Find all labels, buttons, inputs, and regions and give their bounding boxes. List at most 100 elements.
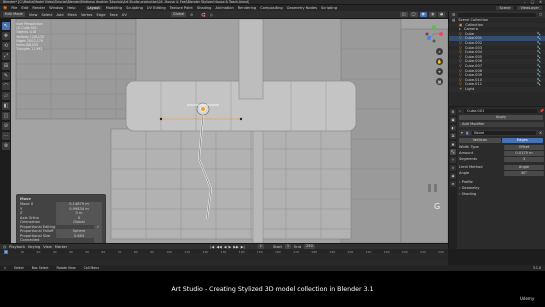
bevel-tool-icon[interactable]: ⊘ <box>2 122 10 130</box>
menu-uv[interactable]: UV <box>122 13 127 17</box>
physics-tab-icon[interactable]: ⚛ <box>450 165 456 171</box>
field-value[interactable]: Angle <box>504 165 544 170</box>
menu-keying[interactable]: Keying <box>28 245 40 249</box>
transform-orientation-selector[interactable]: Global <box>170 12 187 17</box>
select-tool-icon[interactable]: ↖ <box>2 22 10 30</box>
move-z-field[interactable]: 0 m <box>56 211 102 216</box>
field-value[interactable]: 0.0175 m <box>504 151 544 156</box>
rotate-tool-icon[interactable]: ⟲ <box>2 42 10 50</box>
material-tab-icon[interactable]: ◉ <box>450 173 456 179</box>
play-button[interactable]: ▶ <box>229 245 232 249</box>
add-modifier-button[interactable]: Add Modifier <box>459 122 544 127</box>
filter-icon[interactable]: ⛉ <box>539 13 542 17</box>
tab-modeling[interactable]: Modeling <box>106 6 122 10</box>
timeline-editor-icon[interactable]: ◷ <box>3 245 6 249</box>
amount-field[interactable]: Amount 0.0175 m <box>459 151 544 156</box>
outliner-row[interactable]: ☀ Light <box>449 86 545 92</box>
pivot-point-icon[interactable]: ⊙ <box>190 13 193 17</box>
zoom-icon[interactable]: ⌕ <box>436 48 443 55</box>
search-icon[interactable]: ⌕ <box>459 109 461 113</box>
collapse-arrow-icon[interactable]: ▾ <box>461 131 463 135</box>
menu-mesh[interactable]: Mesh <box>68 13 77 17</box>
scene-tab-icon[interactable]: ⌘ <box>450 133 456 139</box>
orientation-field[interactable]: Global <box>56 220 102 225</box>
menu-view[interactable]: View <box>43 245 52 249</box>
loop-cut-tool-icon[interactable]: ⋯ <box>2 132 10 140</box>
modifier-tab-icon[interactable]: 🔧 <box>450 149 456 155</box>
tab-geometry-nodes[interactable]: Geometry Nodes <box>287 6 317 10</box>
particles-tab-icon[interactable]: ✧ <box>450 157 456 163</box>
menu-window[interactable]: Window <box>49 6 63 10</box>
view-layer-selector[interactable]: ViewLayer <box>517 6 542 10</box>
maximize-button[interactable]: □ <box>531 0 534 4</box>
solid-shading-icon[interactable]: ● <box>419 12 427 17</box>
annotate-tool-icon[interactable]: ✎ <box>2 72 10 80</box>
wireframe-shading-icon[interactable]: ◯ <box>409 12 418 17</box>
segments-field[interactable]: Segments 3 <box>459 157 544 162</box>
tab-layout[interactable]: Layout <box>85 6 102 10</box>
timeline-ruler[interactable]: 0 10 20 30 40 50 60 70 80 90 100 110 120… <box>0 249 448 254</box>
pin-icon[interactable]: 📌 <box>540 109 544 113</box>
menu-edit[interactable]: Edit <box>21 6 28 10</box>
tab-compositing[interactable]: Compositing <box>260 6 283 10</box>
minimize-button[interactable]: – <box>524 0 526 4</box>
falloff-field[interactable]: Sphere <box>56 229 102 234</box>
menu-marker[interactable]: Marker <box>55 245 67 249</box>
close-button[interactable]: ✕ <box>539 0 542 4</box>
limit-method-field[interactable]: Limit Method Angle <box>459 165 544 170</box>
menu-add[interactable]: Add <box>57 13 64 17</box>
extrude-tool-icon[interactable]: ◧ <box>2 102 10 110</box>
edges-mode-button[interactable]: Edges <box>501 138 543 143</box>
menu-vertex[interactable]: Vertex <box>81 13 93 17</box>
mode-selector[interactable]: Edit Mode <box>3 12 25 17</box>
add-cube-tool-icon[interactable]: ▱ <box>2 92 10 100</box>
field-value[interactable]: Offset <box>504 145 544 150</box>
object-tab-icon[interactable]: ▲ <box>450 141 456 147</box>
proportional-edit-icon[interactable]: ◎ <box>210 13 213 17</box>
operator-title[interactable]: Move <box>20 197 102 201</box>
shading-section[interactable]: › Shading <box>459 191 544 197</box>
camera-view-icon[interactable]: ⌖ <box>436 68 443 75</box>
width-type-field[interactable]: Width Type Offset <box>459 145 544 150</box>
navigation-gizmo[interactable] <box>424 24 444 44</box>
play-reverse-button[interactable]: ◀ <box>224 245 227 249</box>
render-tab-icon[interactable]: ▣ <box>450 117 456 123</box>
prev-key-button[interactable]: ◀◀ <box>216 245 222 249</box>
jump-end-button[interactable]: ▶| <box>241 245 245 249</box>
menu-face[interactable]: Face <box>110 13 118 17</box>
vertices-mode-button[interactable]: Vertices <box>459 138 501 143</box>
tab-uv-editing[interactable]: UV Editing <box>147 6 166 10</box>
outliner-search-input[interactable] <box>458 12 537 17</box>
tab-rendering[interactable]: Rendering <box>238 6 256 10</box>
rendered-shading-icon[interactable]: ◕ <box>437 12 445 17</box>
menu-view[interactable]: View <box>29 13 38 17</box>
inset-tool-icon[interactable]: ◫ <box>2 112 10 120</box>
menu-select[interactable]: Select <box>41 13 52 17</box>
scale-tool-icon[interactable]: ⤢ <box>2 52 10 60</box>
scene-selector[interactable]: Scene <box>496 6 514 10</box>
field-value[interactable]: 3 <box>504 157 544 162</box>
jump-start-button[interactable]: |◀ <box>210 245 214 249</box>
transform-tool-icon[interactable]: ⊞ <box>2 62 10 70</box>
modifier-name-field[interactable]: Bevel <box>472 131 536 135</box>
move-x-field[interactable]: 0.14879 m <box>56 202 102 207</box>
menu-help[interactable]: Help <box>67 6 75 10</box>
tab-scripting[interactable]: Scripting <box>321 6 337 10</box>
modifier-close-icon[interactable]: ✕ <box>539 131 542 135</box>
data-tab-icon[interactable]: ≡ <box>450 181 456 187</box>
material-shading-icon[interactable]: ◑ <box>428 12 436 17</box>
tab-shading[interactable]: Shading <box>197 6 212 10</box>
timeline-track-area[interactable] <box>0 255 448 261</box>
move-tool-icon[interactable]: ✥ <box>2 32 10 40</box>
tab-sculpting[interactable]: Sculpting <box>126 6 143 10</box>
tab-texture-paint[interactable]: Texture Paint <box>170 6 193 10</box>
connected-checkbox[interactable] <box>94 238 102 243</box>
tab-animation[interactable]: Animation <box>215 6 233 10</box>
operator-field[interactable]: Move X 0.14879 m <box>20 202 102 207</box>
menu-playback[interactable]: Playback <box>9 245 25 249</box>
pan-hand-icon[interactable]: ✋ <box>436 58 443 65</box>
ortho-toggle-icon[interactable]: ▦ <box>436 78 443 85</box>
object-name[interactable]: Cube.001 <box>464 109 537 113</box>
menu-render[interactable]: Render <box>32 6 45 10</box>
xray-icon[interactable]: ◫ <box>400 12 408 17</box>
